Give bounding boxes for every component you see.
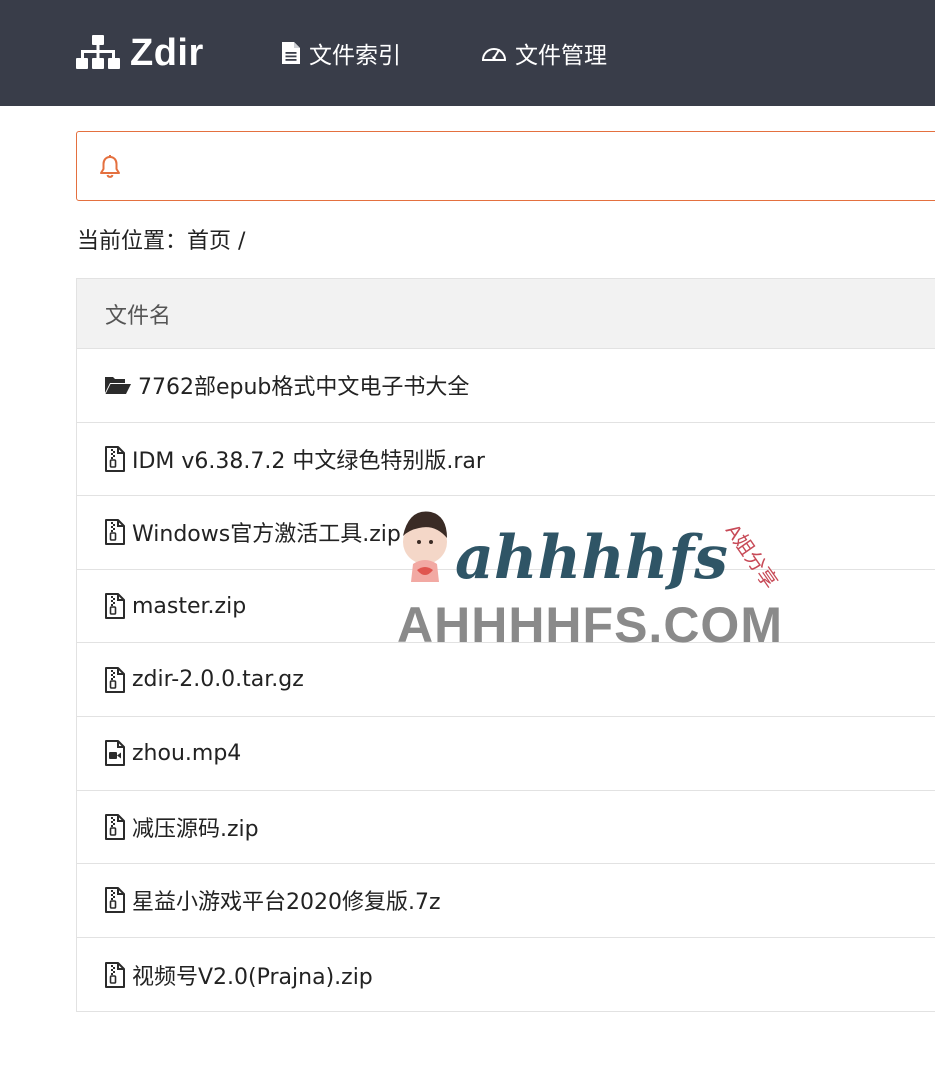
nav-file-index[interactable]: 文件索引 — [281, 36, 401, 70]
brand-logo[interactable]: Zdir — [76, 30, 204, 76]
file-row[interactable]: zhou.mp4 — [77, 717, 935, 791]
file-name: 减压源码.zip — [132, 816, 259, 842]
nav-file-manage[interactable]: 文件管理 — [481, 36, 607, 70]
file-table: 文件名 7762部epub格式中文电子书大全 IDM v6.38.7.2 中文绿… — [76, 278, 935, 1013]
breadcrumb-separator: / — [238, 229, 246, 254]
file-name: master.zip — [132, 593, 247, 619]
nav-file-index-label: 文件索引 — [309, 43, 401, 69]
top-navbar: Zdir 文件索引 文件管理 — [0, 0, 935, 106]
file-row[interactable]: master.zip — [77, 570, 935, 644]
file-zip-icon — [105, 887, 125, 914]
file-row[interactable]: Windows官方激活工具.zip — [77, 496, 935, 570]
file-zip-icon — [105, 961, 125, 988]
file-name: 星益小游戏平台2020修复版.7z — [132, 890, 441, 916]
file-zip-icon — [105, 593, 125, 620]
file-row[interactable]: 7762部epub格式中文电子书大全 — [77, 349, 935, 423]
file-row[interactable]: zdir-2.0.0.tar.gz — [77, 643, 935, 717]
file-name: 视频号V2.0(Prajna).zip — [132, 964, 373, 990]
folder-open-icon — [105, 377, 131, 395]
file-zip-icon — [105, 519, 125, 546]
file-row[interactable]: 视频号V2.0(Prajna).zip — [77, 938, 935, 1012]
file-name: Windows官方激活工具.zip — [132, 522, 401, 548]
file-row[interactable]: 减压源码.zip — [77, 791, 935, 865]
brand-name: Zdir — [130, 32, 204, 74]
file-row[interactable]: IDM v6.38.7.2 中文绿色特别版.rar — [77, 423, 935, 497]
breadcrumb-label: 当前位置： — [77, 229, 188, 254]
file-name: zhou.mp4 — [132, 740, 242, 766]
nav-file-manage-label: 文件管理 — [515, 43, 607, 69]
file-zip-icon — [105, 666, 125, 693]
file-text-icon — [282, 42, 300, 64]
file-name: zdir-2.0.0.tar.gz — [132, 667, 304, 693]
file-name: 7762部epub格式中文电子书大全 — [138, 375, 470, 401]
file-zip-icon — [105, 813, 125, 840]
file-video-icon — [105, 740, 125, 767]
dashboard-icon — [481, 48, 507, 61]
notice-bar — [76, 131, 935, 201]
breadcrumb: 当前位置：首页 / — [77, 226, 245, 258]
file-row[interactable]: 星益小游戏平台2020修复版.7z — [77, 864, 935, 938]
table-header-filename: 文件名 — [77, 279, 935, 349]
file-zip-icon — [105, 445, 125, 472]
file-name: IDM v6.38.7.2 中文绿色特别版.rar — [132, 448, 485, 474]
bell-icon — [100, 155, 120, 178]
sitemap-icon — [76, 35, 120, 69]
breadcrumb-home-link[interactable]: 首页 — [187, 229, 231, 254]
